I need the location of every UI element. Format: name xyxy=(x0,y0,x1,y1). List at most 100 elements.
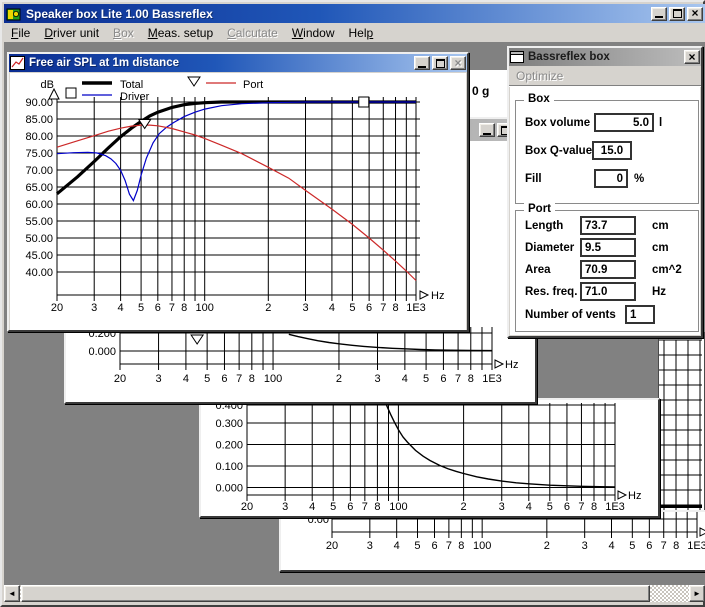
svg-text:20: 20 xyxy=(51,302,63,314)
svg-text:2: 2 xyxy=(265,302,271,314)
area-label: Area xyxy=(525,264,551,276)
menu-item-calcutate[interactable]: Calcutate xyxy=(220,25,285,41)
minimize-button[interactable] xyxy=(479,123,495,137)
minimize-button[interactable] xyxy=(651,7,667,21)
area-unit: cm^2 xyxy=(652,264,682,276)
chart-window-4[interactable]: 0.002034567810023456781E3Hz xyxy=(279,510,705,572)
horizontal-scrollbar[interactable]: ◄ ► xyxy=(4,585,705,602)
length-input[interactable] xyxy=(580,216,636,235)
svg-text:7: 7 xyxy=(362,501,368,513)
box-qvalue-label: Box Q-value xyxy=(525,145,592,157)
scroll-right-button[interactable]: ► xyxy=(689,585,705,602)
svg-text:4: 4 xyxy=(608,540,614,552)
svg-text:0.200: 0.200 xyxy=(215,440,243,452)
svg-text:8: 8 xyxy=(468,373,474,385)
menu-item-optimize[interactable]: Optimize xyxy=(509,68,570,84)
svg-text:60.00: 60.00 xyxy=(25,199,53,211)
menu-item-box[interactable]: Box xyxy=(106,25,141,41)
svg-text:65.00: 65.00 xyxy=(25,182,53,194)
svg-text:4: 4 xyxy=(118,302,124,314)
dialog-titlebar[interactable]: Bassreflex box × xyxy=(509,48,701,66)
chart-icon xyxy=(10,56,25,70)
svg-text:4: 4 xyxy=(329,302,335,314)
svg-text:100: 100 xyxy=(473,540,491,552)
svg-text:3: 3 xyxy=(302,302,308,314)
box-group-label: Box xyxy=(524,93,554,105)
menu-item-window[interactable]: Window xyxy=(285,25,342,41)
spl-titlebar[interactable]: Free air SPL at 1m distance × xyxy=(9,54,467,72)
fill-input[interactable] xyxy=(594,169,628,188)
menu-item-meas-setup[interactable]: Meas. setup xyxy=(141,25,220,41)
svg-text:1E3: 1E3 xyxy=(406,302,426,314)
svg-text:3: 3 xyxy=(367,540,373,552)
menu-item-file[interactable]: File xyxy=(4,25,37,41)
svg-text:5: 5 xyxy=(423,373,429,385)
svg-text:2: 2 xyxy=(461,501,467,513)
chart3-canvas: 0.4000.3000.2000.1000.000203456781002345… xyxy=(201,400,658,516)
svg-text:8: 8 xyxy=(458,540,464,552)
close-button[interactable]: × xyxy=(687,7,703,21)
svg-text:Hz: Hz xyxy=(431,290,444,302)
svg-text:Hz: Hz xyxy=(505,359,518,371)
app-window: Speaker box Lite 1.00 Bassreflex × FileD… xyxy=(0,0,705,607)
close-button-disabled: × xyxy=(450,56,466,70)
svg-text:4: 4 xyxy=(526,501,532,513)
svg-text:70.00: 70.00 xyxy=(25,165,53,177)
scrollbar-thumb[interactable] xyxy=(21,585,650,602)
scroll-left-button[interactable]: ◄ xyxy=(4,585,20,602)
hidden-window-fragment: 0 g xyxy=(462,70,512,122)
close-button[interactable]: × xyxy=(684,50,700,64)
window-title: Speaker box Lite 1.00 Bassreflex xyxy=(26,7,213,21)
svg-text:3: 3 xyxy=(282,501,288,513)
box-volume-input[interactable] xyxy=(594,113,654,132)
chart-window-3[interactable]: 0.4000.3000.2000.1000.000203456781002345… xyxy=(199,398,660,518)
menu-item-help[interactable]: Help xyxy=(342,25,381,41)
menu-item-driver-unit[interactable]: Driver unit xyxy=(37,25,106,41)
main-titlebar[interactable]: Speaker box Lite 1.00 Bassreflex × xyxy=(4,4,705,23)
svg-text:8: 8 xyxy=(181,302,187,314)
maximize-button[interactable] xyxy=(432,56,448,70)
res-freq-input[interactable] xyxy=(580,282,636,301)
area-input[interactable] xyxy=(580,260,636,279)
diameter-label: Diameter xyxy=(525,242,574,254)
svg-text:5: 5 xyxy=(138,302,144,314)
minimize-button[interactable] xyxy=(414,56,430,70)
svg-text:6: 6 xyxy=(440,373,446,385)
spl-window-title: Free air SPL at 1m distance xyxy=(29,57,179,69)
num-vents-input[interactable] xyxy=(625,305,655,324)
svg-text:dB: dB xyxy=(41,79,54,91)
svg-text:Port: Port xyxy=(243,79,263,91)
svg-text:6: 6 xyxy=(366,302,372,314)
svg-text:3: 3 xyxy=(499,501,505,513)
dialog-menu-bar: Optimize xyxy=(509,66,701,86)
svg-text:8: 8 xyxy=(249,373,255,385)
svg-text:3: 3 xyxy=(374,373,380,385)
svg-text:20: 20 xyxy=(326,540,338,552)
svg-text:3: 3 xyxy=(582,540,588,552)
svg-text:3: 3 xyxy=(91,302,97,314)
box-volume-label: Box volume xyxy=(525,117,590,129)
svg-text:Total: Total xyxy=(120,79,143,91)
maximize-button[interactable] xyxy=(669,7,685,21)
svg-text:20: 20 xyxy=(114,373,126,385)
fill-label: Fill xyxy=(525,173,542,185)
bassreflex-dialog[interactable]: Bassreflex box × Optimize Box Box volume… xyxy=(507,46,703,338)
fill-unit: % xyxy=(634,173,644,185)
svg-text:4: 4 xyxy=(309,501,315,513)
svg-text:8: 8 xyxy=(374,501,380,513)
app-icon xyxy=(6,6,22,22)
dialog-icon xyxy=(510,51,524,63)
partial-value-text: 0 g xyxy=(472,84,489,98)
grid-window-fragment xyxy=(658,332,705,530)
chart-window-spl[interactable]: Free air SPL at 1m distance × 90.0085.00… xyxy=(7,52,469,332)
svg-text:5: 5 xyxy=(547,501,553,513)
diameter-input[interactable] xyxy=(580,238,636,257)
svg-text:5: 5 xyxy=(204,373,210,385)
svg-text:5: 5 xyxy=(414,540,420,552)
res-freq-unit: Hz xyxy=(652,286,666,298)
box-qvalue-input[interactable] xyxy=(592,141,632,160)
svg-text:6: 6 xyxy=(431,540,437,552)
svg-text:4: 4 xyxy=(394,540,400,552)
svg-text:1E3: 1E3 xyxy=(605,501,625,513)
svg-text:6: 6 xyxy=(155,302,161,314)
